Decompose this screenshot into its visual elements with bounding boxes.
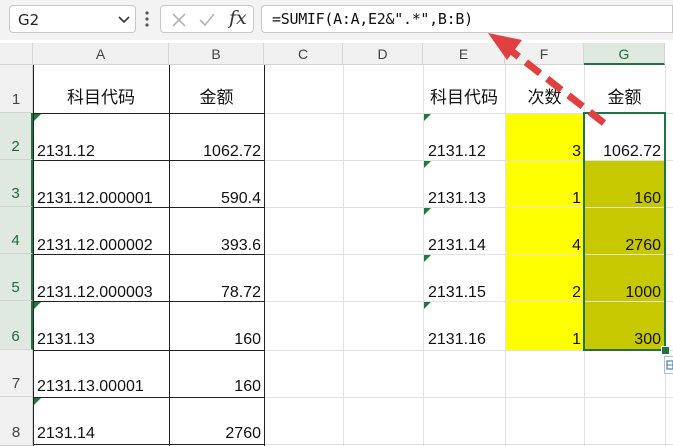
row-header-4[interactable]: 4 bbox=[0, 207, 33, 254]
header-amount-right[interactable]: 金额 bbox=[584, 83, 665, 108]
header-code-left[interactable]: 科目代码 bbox=[33, 83, 169, 108]
row-header-3[interactable]: 3 bbox=[0, 160, 33, 207]
row-number: 1 bbox=[11, 91, 21, 108]
header-code-right[interactable]: 科目代码 bbox=[423, 83, 505, 108]
cell-b8[interactable]: 2760 bbox=[169, 425, 261, 443]
checkmark-icon[interactable] bbox=[197, 10, 217, 30]
row-header-1[interactable]: 1 bbox=[0, 65, 33, 113]
text-number-indicator bbox=[34, 114, 41, 121]
cell-b5[interactable]: 78.72 bbox=[169, 284, 261, 302]
cell-e2[interactable]: 2131.12 bbox=[428, 143, 486, 161]
formula-buttons: fx bbox=[160, 5, 254, 33]
text-number-indicator bbox=[424, 255, 431, 262]
column-header-e[interactable]: E bbox=[423, 43, 505, 65]
row-header-8[interactable]: 8 bbox=[0, 397, 33, 446]
column-header-d[interactable]: D bbox=[343, 43, 423, 65]
selection-range[interactable] bbox=[583, 112, 666, 351]
row-number: 6 bbox=[11, 328, 20, 345]
cell-b4[interactable]: 393.6 bbox=[169, 237, 261, 255]
text-number-indicator bbox=[424, 302, 431, 309]
cell-b3[interactable]: 590.4 bbox=[169, 190, 261, 208]
cell-f6[interactable]: 1 bbox=[505, 331, 581, 349]
cell-a3[interactable]: 2131.12.000001 bbox=[37, 190, 153, 208]
cell-f5[interactable]: 2 bbox=[505, 284, 581, 302]
quick-analysis-icon bbox=[666, 360, 673, 370]
column-header-f[interactable]: F bbox=[505, 43, 584, 65]
cell-a8[interactable]: 2131.14 bbox=[37, 425, 95, 443]
column-header-g[interactable]: G bbox=[584, 43, 665, 65]
text-number-indicator bbox=[34, 302, 41, 309]
select-all-corner[interactable] bbox=[0, 43, 33, 65]
name-box[interactable]: G2 bbox=[9, 5, 136, 33]
formula-input[interactable]: =SUMIF(A:A,E2&".*",B:B) bbox=[261, 5, 673, 33]
cell-b7[interactable]: 160 bbox=[169, 378, 261, 396]
formula-text[interactable]: =SUMIF(A:A,E2&".*",B:B) bbox=[272, 10, 473, 28]
close-icon[interactable] bbox=[169, 10, 189, 30]
row-header-7[interactable]: 7 bbox=[0, 350, 33, 397]
formula-bar: G2 fx =SUMIF(A:A,E2&".*",B:B) bbox=[0, 0, 673, 40]
row-header-6[interactable]: 6 bbox=[0, 301, 33, 350]
text-number-indicator bbox=[424, 161, 431, 168]
row-header-5[interactable]: 5 bbox=[0, 254, 33, 301]
cell-e4[interactable]: 2131.14 bbox=[428, 237, 486, 255]
cell-b6[interactable]: 160 bbox=[169, 331, 261, 349]
cell-a6[interactable]: 2131.13 bbox=[37, 331, 95, 349]
more-options-icon[interactable] bbox=[144, 10, 150, 28]
text-number-indicator bbox=[34, 398, 41, 405]
row-number: 4 bbox=[11, 232, 20, 249]
cell-a4[interactable]: 2131.12.000002 bbox=[37, 237, 153, 255]
cell-a5[interactable]: 2131.12.000003 bbox=[37, 284, 153, 302]
text-number-indicator bbox=[424, 208, 431, 215]
row-number: 3 bbox=[11, 185, 20, 202]
header-count-right[interactable]: 次数 bbox=[505, 83, 584, 108]
cell-a2[interactable]: 2131.12 bbox=[37, 143, 95, 161]
text-number-indicator bbox=[424, 114, 431, 121]
fx-icon[interactable]: fx bbox=[229, 7, 247, 29]
name-box-value[interactable]: G2 bbox=[18, 11, 39, 29]
cell-e5[interactable]: 2131.15 bbox=[428, 284, 486, 302]
cell-a7[interactable]: 2131.13.00001 bbox=[37, 378, 144, 396]
row-number: 7 bbox=[11, 375, 21, 392]
row-number: 5 bbox=[11, 279, 20, 296]
chevron-down-icon[interactable] bbox=[117, 12, 131, 26]
cell-b2[interactable]: 1062.72 bbox=[169, 143, 261, 161]
cell-e3[interactable]: 2131.13 bbox=[428, 190, 486, 208]
row-number: 2 bbox=[11, 138, 20, 155]
spreadsheet-grid: A B C D E F G 1 2 3 4 5 6 7 8 科目代码 金额 科目… bbox=[0, 43, 673, 446]
cell-f4[interactable]: 4 bbox=[505, 237, 581, 255]
cell-f3[interactable]: 1 bbox=[505, 190, 581, 208]
column-header-a[interactable]: A bbox=[33, 43, 169, 65]
column-header-c[interactable]: C bbox=[264, 43, 343, 65]
row-number: 8 bbox=[11, 424, 21, 441]
fill-handle[interactable] bbox=[661, 346, 670, 355]
column-header-b[interactable]: B bbox=[169, 43, 264, 65]
header-amount-left[interactable]: 金额 bbox=[169, 83, 264, 108]
cell-e6[interactable]: 2131.16 bbox=[428, 331, 486, 349]
row-header-2[interactable]: 2 bbox=[0, 113, 33, 160]
cell-f2[interactable]: 3 bbox=[505, 143, 581, 161]
quick-analysis-button[interactable] bbox=[664, 356, 673, 374]
